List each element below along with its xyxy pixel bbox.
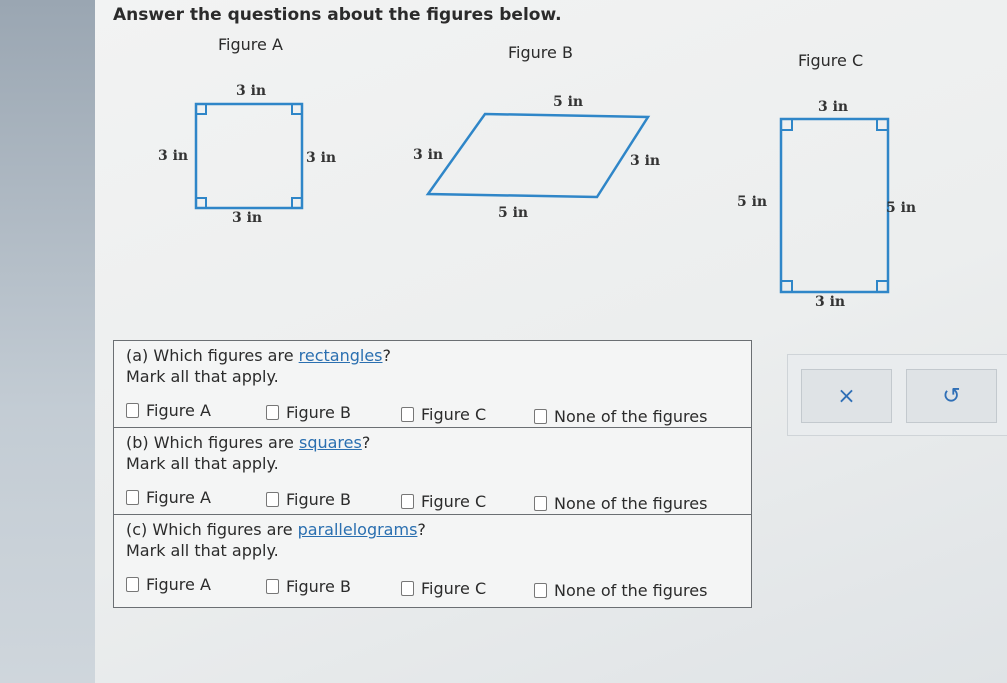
qc-option-figure-a[interactable]: Figure A — [126, 575, 211, 594]
figure-c-bottom-label: 3 in — [815, 294, 845, 310]
question-b-subtext: Mark all that apply. — [126, 454, 279, 473]
question-c: (c) Which figures are parallelograms? Ma… — [114, 515, 751, 607]
figure-c: 3 in 3 in 5 in 5 in — [737, 99, 916, 310]
checkbox[interactable] — [266, 492, 279, 507]
figure-a: 3 in 3 in 3 in 3 in — [158, 83, 336, 226]
figure-b-bottom-label: 5 in — [498, 205, 528, 221]
qc-option-figure-c[interactable]: Figure C — [401, 579, 486, 598]
qa-option-figure-b[interactable]: Figure B — [266, 403, 351, 422]
qb-option-figure-b[interactable]: Figure B — [266, 490, 351, 509]
answer-actions-panel: × ↺ — [787, 354, 1007, 436]
qa-option-figure-c[interactable]: Figure C — [401, 405, 486, 424]
qa-option-none[interactable]: None of the figures — [534, 407, 707, 426]
figure-b-top-label: 5 in — [553, 94, 583, 110]
figure-c-right-angle-marks — [781, 119, 888, 292]
checkbox[interactable] — [534, 583, 547, 598]
figure-c-rectangle — [779, 117, 890, 294]
question-b: (b) Which figures are squares? Mark all … — [114, 428, 751, 515]
figure-a-top-label: 3 in — [236, 83, 266, 99]
term-link-rectangles[interactable]: rectangles — [299, 346, 383, 365]
term-link-parallelograms[interactable]: parallelograms — [298, 520, 418, 539]
figure-a-left-label: 3 in — [158, 148, 188, 164]
checkbox[interactable] — [534, 496, 547, 511]
question-c-subtext: Mark all that apply. — [126, 541, 279, 560]
figure-b: 5 in 5 in 3 in 3 in — [413, 94, 660, 221]
question-c-text: (c) Which figures are parallelograms? — [126, 519, 751, 540]
term-link-squares[interactable]: squares — [299, 433, 362, 452]
checkbox[interactable] — [401, 494, 414, 509]
question-b-text: (b) Which figures are squares? — [126, 432, 751, 453]
figure-b-left-label: 3 in — [413, 147, 443, 163]
qc-option-figure-b[interactable]: Figure B — [266, 577, 351, 596]
checkbox[interactable] — [401, 407, 414, 422]
figure-b-parallelogram — [425, 112, 651, 199]
checkbox[interactable] — [266, 579, 279, 594]
figure-a-bottom-label: 3 in — [232, 210, 262, 226]
checkbox[interactable] — [126, 577, 139, 592]
question-c-prefix: (c) Which figures are — [126, 520, 298, 539]
clear-button[interactable]: × — [801, 369, 892, 423]
questions-panel: (a) Which figures are rectangles? Mark a… — [113, 340, 752, 608]
question-b-prefix: (b) Which figures are — [126, 433, 299, 452]
checkbox[interactable] — [534, 409, 547, 424]
checkbox[interactable] — [126, 490, 139, 505]
figure-c-top-label: 3 in — [818, 99, 848, 115]
question-b-suffix: ? — [361, 433, 371, 452]
qc-option-none[interactable]: None of the figures — [534, 581, 707, 600]
figures-diagram: 3 in 3 in 3 in 3 in 5 in 5 in 3 in 3 in … — [158, 83, 916, 310]
checkbox[interactable] — [266, 405, 279, 420]
question-a-prefix: (a) Which figures are — [126, 346, 299, 365]
figure-b-right-label: 3 in — [630, 153, 660, 169]
undo-button[interactable]: ↺ — [906, 369, 997, 423]
checkbox[interactable] — [401, 581, 414, 596]
question-a-suffix: ? — [382, 346, 392, 365]
figure-a-right-label: 3 in — [306, 150, 336, 166]
figure-c-left-label: 5 in — [737, 194, 767, 210]
qb-option-figure-a[interactable]: Figure A — [126, 488, 211, 507]
figure-a-square — [194, 102, 304, 210]
question-c-suffix: ? — [417, 520, 426, 539]
figure-c-right-label: 5 in — [886, 200, 916, 216]
checkbox[interactable] — [126, 403, 139, 418]
question-a: (a) Which figures are rectangles? Mark a… — [114, 341, 751, 428]
qb-option-none[interactable]: None of the figures — [534, 494, 707, 513]
qb-option-figure-c[interactable]: Figure C — [401, 492, 486, 511]
x-icon: × — [837, 383, 856, 409]
undo-icon: ↺ — [942, 383, 961, 409]
qa-option-figure-a[interactable]: Figure A — [126, 401, 211, 420]
question-a-text: (a) Which figures are rectangles? — [126, 345, 751, 366]
figure-a-right-angle-marks — [196, 104, 302, 208]
question-a-subtext: Mark all that apply. — [126, 367, 279, 386]
